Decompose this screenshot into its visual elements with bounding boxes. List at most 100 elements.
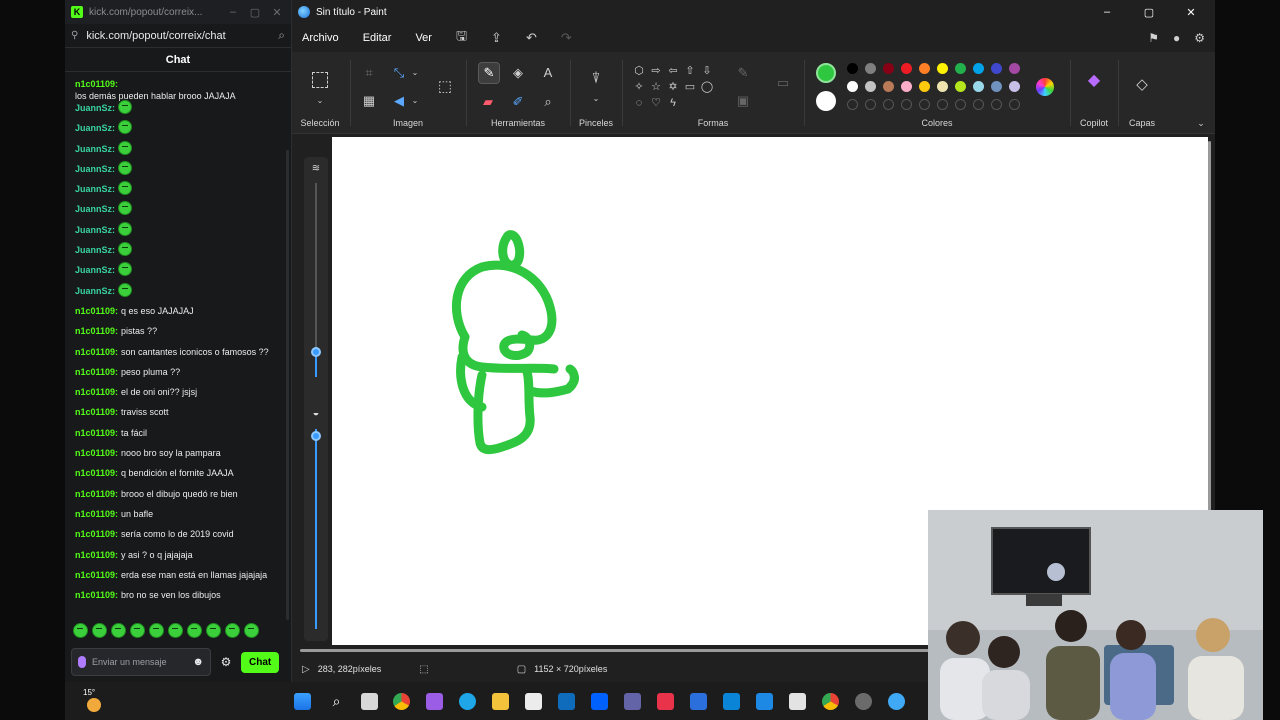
file-explorer-icon[interactable] (492, 693, 509, 710)
notepad-app-icon[interactable] (723, 693, 740, 710)
chat-username[interactable]: n1c01109: (75, 346, 118, 358)
chat-username[interactable]: JuannSz: (75, 285, 115, 297)
fill-icon[interactable]: ◈ (509, 64, 527, 82)
emote-icon[interactable] (187, 623, 202, 638)
emote-icon[interactable] (92, 623, 107, 638)
palette-swatch[interactable] (847, 63, 858, 74)
chat-send-button[interactable]: Chat (241, 651, 280, 673)
chevron-down-icon[interactable]: ⌄ (311, 92, 329, 110)
palette-swatch[interactable] (991, 81, 1002, 92)
emote-icon[interactable] (244, 623, 259, 638)
chat-username[interactable]: n1c01109: (75, 78, 118, 90)
obs-icon[interactable] (855, 693, 872, 710)
emote-icon[interactable] (118, 242, 133, 257)
palette-swatch[interactable] (937, 81, 948, 92)
chat-username[interactable]: JuannSz: (75, 203, 115, 215)
custom-color-slot[interactable] (1009, 99, 1020, 110)
close-icon[interactable]: ✕ (1173, 6, 1209, 19)
palette-swatch[interactable] (883, 81, 894, 92)
settings-gear-icon[interactable]: ⚙ (1194, 31, 1205, 45)
lightning-shape-icon[interactable]: ϟ (664, 94, 682, 112)
custom-color-slot[interactable] (937, 99, 948, 110)
palette-swatch[interactable] (973, 81, 984, 92)
color-picker-icon[interactable]: ✐ (509, 93, 527, 111)
chat-username[interactable]: n1c01109: (75, 386, 118, 398)
emote-icon[interactable] (111, 623, 126, 638)
custom-color-slot[interactable] (883, 99, 894, 110)
chat-username[interactable]: n1c01109: (75, 569, 118, 581)
palette-swatch[interactable] (973, 63, 984, 74)
primary-color-swatch[interactable] (816, 63, 836, 83)
chat-username[interactable]: n1c01109: (75, 528, 118, 540)
callout-cloud-shape-icon[interactable]: ◌ (630, 94, 648, 112)
menu-file[interactable]: Archivo (302, 32, 339, 44)
app-icon[interactable] (690, 693, 707, 710)
palette-swatch[interactable] (865, 81, 876, 92)
chat-username[interactable]: JuannSz: (75, 224, 115, 236)
calendar-app-icon[interactable] (657, 693, 674, 710)
emote-icon[interactable] (225, 623, 240, 638)
emote-icon[interactable] (118, 160, 133, 175)
menu-view[interactable]: Ver (415, 32, 432, 44)
palette-swatch[interactable] (847, 81, 858, 92)
weather-icon[interactable] (87, 698, 101, 712)
custom-color-slot[interactable] (901, 99, 912, 110)
chat-username[interactable]: JuannSz: (75, 143, 115, 155)
teams-icon[interactable] (624, 693, 641, 710)
emote-icon[interactable] (118, 282, 133, 297)
emote-icon[interactable] (118, 140, 133, 155)
undo-icon[interactable]: ↶ (526, 30, 537, 46)
chat-username[interactable]: JuannSz: (75, 244, 115, 256)
maximize-icon[interactable]: ▢ (1131, 6, 1167, 19)
chat-settings-icon[interactable]: ⚙ (217, 655, 235, 669)
emote-icon[interactable] (118, 262, 133, 277)
copilot-icon[interactable]: ◆ (1085, 72, 1103, 90)
paint-taskbar-icon[interactable] (888, 693, 905, 710)
minimize-icon[interactable]: – (1089, 6, 1125, 18)
emote-icon[interactable] (118, 201, 133, 216)
chat-username[interactable]: JuannSz: (75, 264, 115, 276)
minimize-icon[interactable]: – (225, 6, 241, 18)
chat-scrollbar[interactable] (286, 150, 289, 620)
opacity-slider[interactable] (311, 431, 321, 441)
vscode-icon[interactable] (756, 693, 773, 710)
chat-username[interactable]: n1c01109: (75, 549, 118, 561)
chevron-down-icon[interactable]: ⌄ (406, 92, 424, 110)
kick-url[interactable]: kick.com/popout/correix/chat (86, 30, 270, 42)
store-icon[interactable] (525, 693, 542, 710)
microphone-icon[interactable] (78, 656, 86, 668)
outlook-icon[interactable] (558, 693, 575, 710)
custom-color-slot[interactable] (991, 99, 1002, 110)
maximize-icon[interactable]: ▢ (247, 6, 263, 19)
selection-icon[interactable] (312, 72, 328, 88)
site-settings-icon[interactable]: ⚲ (71, 30, 78, 41)
chat-username[interactable]: JuannSz: (75, 183, 115, 195)
magnifier-icon[interactable]: ⌕ (539, 93, 557, 111)
palette-swatch[interactable] (937, 63, 948, 74)
palette-swatch[interactable] (901, 81, 912, 92)
search-icon[interactable]: ⌕ (278, 28, 285, 43)
account-icon[interactable]: ● (1173, 31, 1180, 45)
palette-swatch[interactable] (919, 81, 930, 92)
chat-username[interactable]: n1c01109: (75, 589, 118, 601)
image-select-icon[interactable]: ⬚ (436, 78, 454, 96)
notepad-icon[interactable] (789, 693, 806, 710)
palette-swatch[interactable] (865, 63, 876, 74)
chat-username[interactable]: n1c01109: (75, 406, 118, 418)
search-icon[interactable]: ⌕ (328, 693, 345, 710)
chat-username[interactable]: JuannSz: (75, 163, 115, 175)
chat-username[interactable]: n1c01109: (75, 366, 118, 378)
chat-username[interactable]: n1c01109: (75, 325, 118, 337)
chat-username[interactable]: JuannSz: (75, 102, 115, 114)
dropbox-icon[interactable] (591, 693, 608, 710)
chat-username[interactable]: n1c01109: (75, 467, 118, 479)
custom-color-slot[interactable] (847, 99, 858, 110)
chat-username[interactable]: n1c01109: (75, 508, 118, 520)
palette-swatch[interactable] (883, 63, 894, 74)
task-view-icon[interactable] (361, 693, 378, 710)
menu-edit[interactable]: Editar (363, 32, 392, 44)
chat-username[interactable]: n1c01109: (75, 447, 118, 459)
emote-icon[interactable] (130, 623, 145, 638)
chat-username[interactable]: n1c01109: (75, 488, 118, 500)
custom-color-slot[interactable] (919, 99, 930, 110)
